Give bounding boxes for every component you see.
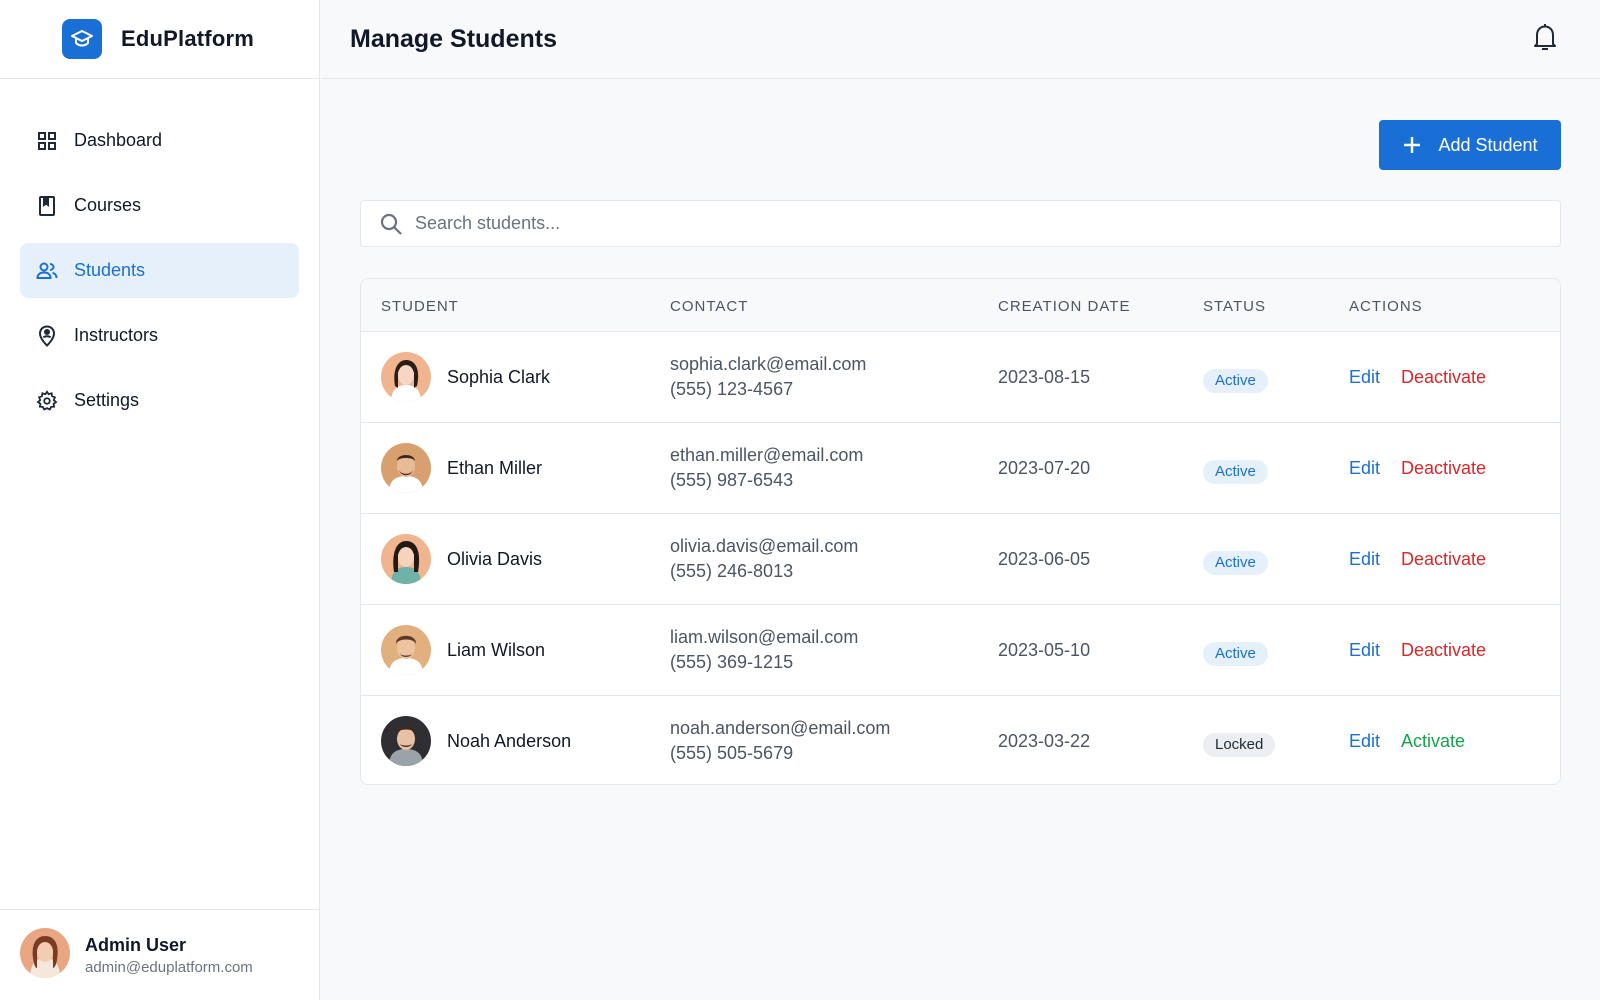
- sidebar-item-label: Instructors: [74, 325, 159, 345]
- bell-icon[interactable]: [1532, 22, 1560, 52]
- creation-date: 2023-08-15: [998, 367, 1091, 387]
- sidebar-item-label: Dashboard: [74, 130, 163, 150]
- student-phone: (555) 123-4567: [670, 379, 794, 399]
- graduation-cap-icon: [62, 19, 102, 59]
- student-name: Sophia Clark: [447, 367, 551, 387]
- column-header-actions: ACTIONS: [1349, 298, 1423, 315]
- edit-button[interactable]: Edit: [1349, 640, 1380, 661]
- brand[interactable]: EduPlatform: [0, 0, 319, 79]
- student-name: Noah Anderson: [447, 731, 572, 751]
- column-header-student[interactable]: STUDENT: [381, 298, 459, 315]
- status-badge: Active: [1203, 369, 1268, 393]
- student-email: noah.anderson@email.com: [670, 718, 891, 738]
- add-student-label: Add Student: [1438, 134, 1538, 155]
- table-row: Noah Anderson noah.anderson@email.com (5…: [361, 695, 1560, 784]
- table-header: STUDENT CONTACT CREATION DATE STATUS ACT…: [361, 279, 1560, 331]
- edit-button[interactable]: Edit: [1349, 458, 1380, 479]
- student-email: olivia.davis@email.com: [670, 536, 859, 556]
- user-info: Admin User admin@eduplatform.com: [85, 935, 253, 976]
- edit-button[interactable]: Edit: [1349, 731, 1380, 752]
- activate-button[interactable]: Activate: [1401, 731, 1465, 752]
- avatar: [381, 625, 431, 675]
- avatar: [381, 716, 431, 766]
- sidebar-nav: Dashboard Courses Students Instructors S…: [0, 79, 319, 428]
- deactivate-button[interactable]: Deactivate: [1401, 458, 1486, 479]
- student-name: Olivia Davis: [447, 549, 543, 569]
- sidebar-item-label: Courses: [74, 195, 142, 215]
- table-row: Ethan Miller ethan.miller@email.com (555…: [361, 422, 1560, 513]
- search-icon: [380, 213, 402, 235]
- student-phone: (555) 987-6543: [670, 470, 794, 490]
- search-input[interactable]: [415, 213, 1515, 234]
- creation-date: 2023-03-22: [998, 731, 1091, 751]
- table-row: Liam Wilson liam.wilson@email.com (555) …: [361, 604, 1560, 695]
- users-icon: [36, 260, 58, 282]
- sidebar-item-settings[interactable]: Settings: [20, 373, 299, 428]
- dashboard-grid-icon: [36, 130, 58, 152]
- student-phone: (555) 505-5679: [670, 743, 794, 763]
- student-email: ethan.miller@email.com: [670, 445, 864, 465]
- table-row: Sophia Clark sophia.clark@email.com (555…: [361, 331, 1560, 422]
- students-table: STUDENT CONTACT CREATION DATE STATUS ACT…: [360, 278, 1561, 785]
- sidebar-item-label: Settings: [74, 390, 140, 410]
- student-name: Ethan Miller: [447, 458, 543, 478]
- sidebar: EduPlatform Dashboard Courses Students I…: [0, 0, 320, 1000]
- student-name: Liam Wilson: [447, 640, 546, 660]
- sidebar-item-courses[interactable]: Courses: [20, 178, 299, 233]
- column-header-creation-date[interactable]: CREATION DATE: [998, 298, 1130, 315]
- sidebar-item-label: Students: [74, 260, 146, 280]
- page-title: Manage Students: [350, 24, 557, 53]
- status-badge: Active: [1203, 642, 1268, 666]
- status-badge: Active: [1203, 551, 1268, 575]
- gear-icon: [36, 389, 58, 412]
- creation-date: 2023-05-10: [998, 640, 1091, 660]
- creation-date: 2023-07-20: [998, 458, 1091, 478]
- column-header-status[interactable]: STATUS: [1203, 298, 1266, 315]
- plus-icon: [1404, 137, 1421, 153]
- student-phone: (555) 246-8013: [670, 561, 794, 581]
- deactivate-button[interactable]: Deactivate: [1401, 640, 1486, 661]
- sidebar-item-dashboard[interactable]: Dashboard: [20, 113, 299, 168]
- deactivate-button[interactable]: Deactivate: [1401, 367, 1486, 388]
- avatar: [381, 352, 431, 402]
- edit-button[interactable]: Edit: [1349, 549, 1380, 570]
- student-email: liam.wilson@email.com: [670, 627, 859, 647]
- status-badge: Locked: [1203, 733, 1276, 757]
- student-phone: (555) 369-1215: [670, 652, 794, 672]
- location-person-icon: [36, 324, 58, 347]
- creation-date: 2023-06-05: [998, 549, 1091, 569]
- header: Manage Students: [321, 0, 1600, 79]
- column-header-contact[interactable]: CONTACT: [670, 298, 748, 315]
- avatar: [381, 443, 431, 493]
- user-name: Admin User: [85, 934, 187, 955]
- add-student-button[interactable]: Add Student: [1379, 120, 1561, 170]
- brand-name: EduPlatform: [121, 26, 254, 51]
- sidebar-item-students[interactable]: Students: [20, 243, 299, 298]
- edit-button[interactable]: Edit: [1349, 367, 1380, 388]
- avatar: [20, 927, 70, 983]
- table-row: Olivia Davis olivia.davis@email.com (555…: [361, 513, 1560, 604]
- status-badge: Active: [1203, 460, 1268, 484]
- student-email: sophia.clark@email.com: [670, 354, 867, 374]
- current-user[interactable]: Admin User admin@eduplatform.com: [0, 909, 320, 1000]
- avatar: [381, 534, 431, 584]
- user-email: admin@eduplatform.com: [85, 958, 253, 976]
- sidebar-item-instructors[interactable]: Instructors: [20, 308, 299, 363]
- search-bar: [360, 200, 1561, 247]
- book-icon: [36, 195, 58, 217]
- deactivate-button[interactable]: Deactivate: [1401, 549, 1486, 570]
